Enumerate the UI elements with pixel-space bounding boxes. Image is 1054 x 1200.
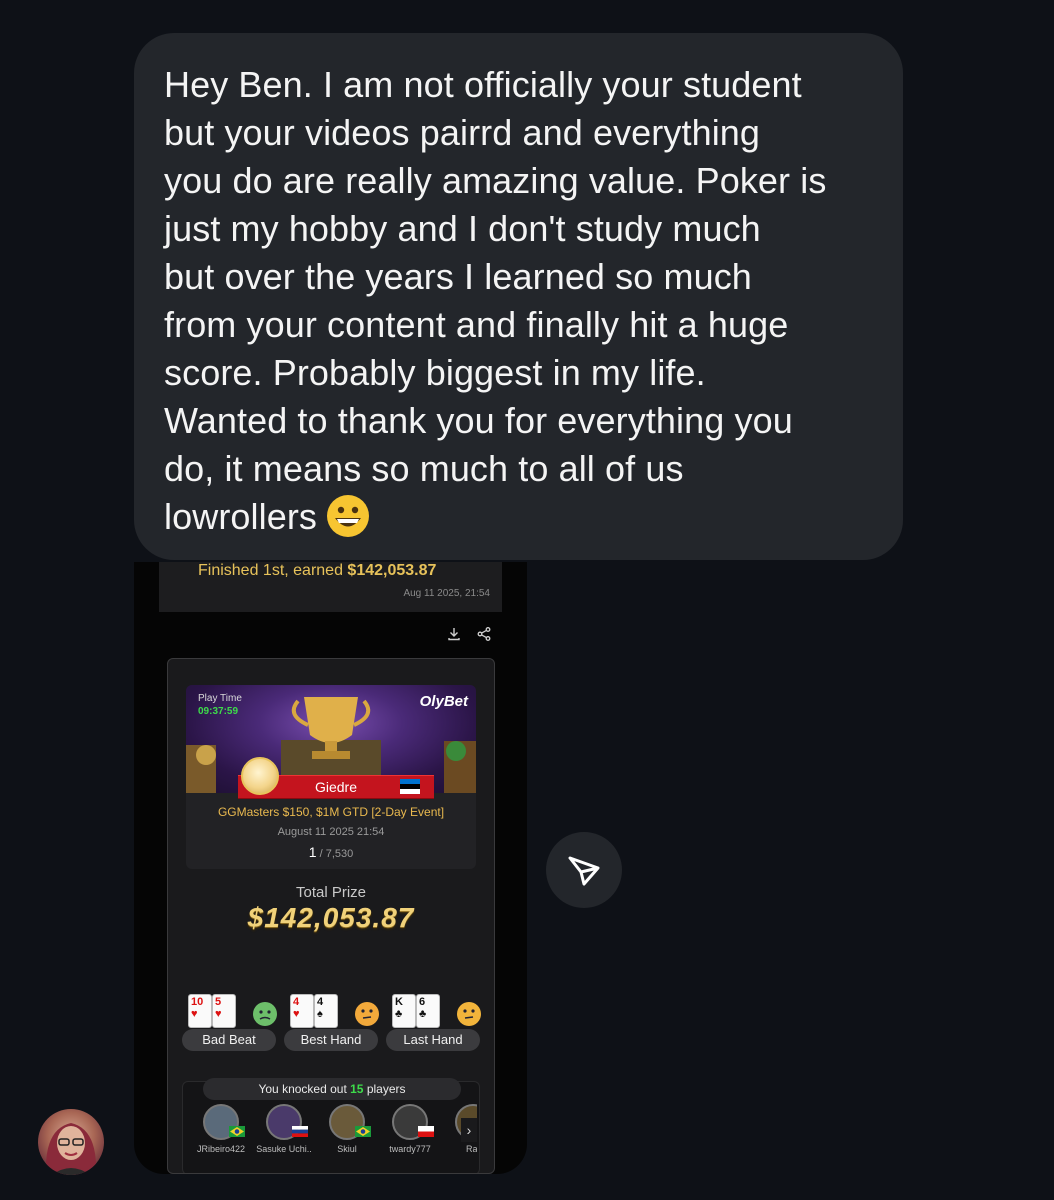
card-rank: 10 [191,996,204,1008]
download-icon[interactable] [446,626,462,642]
hand-cards: K ♣ 6 ♣ [392,994,482,1030]
card-suit: ♣ [395,1008,403,1020]
knockouts-panel: You knocked out 15 players JRibeiro422 S… [182,1078,480,1173]
winner-panel: Play Time 09:37:59 OlyBet Giedre GGMaste… [186,685,476,869]
message-line: but your videos pairrd and everything [164,112,761,153]
hand-highlights: 10 ♥ 5 ♥ Bad Beat 4 ♥ 4 ♠ Best Hand K ♣ 6 ♣ [182,994,482,1054]
card-rank: 4 [317,996,324,1008]
card-suit: ♥ [191,1008,198,1020]
play-time-value: 09:37:59 [198,706,239,717]
card-rank: K [395,996,403,1008]
knockout-suffix: players [363,1082,406,1096]
event-date: August 11 2025 21:54 [277,826,385,838]
finished-text: Finished 1st, earned $142,053.87 [198,562,436,580]
best-hand[interactable]: 4 ♥ 4 ♠ Best Hand [284,994,380,1054]
player-name: Skiul [337,1144,357,1154]
poland-flag-icon [418,1126,434,1137]
finished-date: Aug 11 2025, 21:54 [403,588,490,599]
knockout-count: 15 [350,1082,364,1096]
last-hand[interactable]: K ♣ 6 ♣ Last Hand [386,994,482,1054]
knockout-summary: You knocked out 15 players [203,1078,461,1100]
send-icon [568,856,600,886]
grinning-face-emoji [327,495,370,537]
place-value: 1 [308,844,317,860]
message-bubble[interactable]: Hey Ben. I am not officially your studen… [134,33,903,560]
profile-photo [45,1123,97,1175]
slovenia-flag-icon [292,1126,308,1137]
playing-card: 10 ♥ [188,994,212,1028]
knocked-player[interactable]: twardy777 [378,1104,440,1164]
knocked-player[interactable]: Skiul [315,1104,377,1164]
brazil-flag-icon [355,1126,371,1137]
bad-beat-button[interactable]: Bad Beat [182,1029,276,1051]
result-card: Play Time 09:37:59 OlyBet Giedre GGMaste… [167,658,495,1174]
finish-place: 1 / 7,530 [186,844,476,860]
knocked-player[interactable]: JRibeiro422 [189,1104,251,1164]
message-line: Wanted to thank you for everything you [164,400,793,441]
card-rank: 5 [215,996,222,1008]
send-button[interactable] [546,832,622,908]
message-line: do, it means so much to all of us [164,448,684,489]
card-suit: ♣ [419,1008,427,1020]
knockout-prefix: You knocked out [258,1082,351,1096]
knocked-players-list[interactable]: JRibeiro422 Sasuke Uchi.. Skiul twardy77… [189,1104,479,1164]
last-hand-button[interactable]: Last Hand [386,1029,480,1051]
message-text: Hey Ben. I am not officially your studen… [164,61,873,541]
finished-amount: $142,053.87 [347,562,437,579]
message-line: just my hobby and I don't study much [164,208,761,249]
message-line: score. Probably biggest in my life. [164,352,706,393]
card-suit: ♥ [215,1008,222,1020]
place-total: / 7,530 [316,848,354,860]
player-name: twardy777 [389,1144,431,1154]
player-name: Rat [465,1144,477,1154]
estonia-flag-icon [400,779,420,794]
thinking-face-emoji [355,1002,379,1026]
bad-beat-hand[interactable]: 10 ♥ 5 ♥ Bad Beat [182,994,278,1054]
hand-cards: 10 ♥ 5 ♥ [188,994,278,1030]
message-line: Hey Ben. I am not officially your studen… [164,64,802,105]
hand-cards: 4 ♥ 4 ♠ [290,994,380,1030]
event-name: GGMasters $150, $1M GTD [2-Day Event] [217,805,445,819]
card-rank: 4 [293,996,300,1008]
notification-bar: Finished 1st, earned $142,053.87 Aug 11 … [159,562,502,612]
share-icon[interactable] [476,626,492,642]
play-time-label: Play Time [198,693,242,704]
card-toolbar [446,626,492,642]
playing-card: 4 ♥ [290,994,314,1028]
total-prize-value: $142,053.87 [247,902,415,933]
card-suit: ♥ [293,1008,300,1020]
brazil-flag-icon [229,1126,245,1137]
sick-face-emoji [253,1002,277,1026]
message-line: but over the years I learned so much [164,256,752,297]
message-line-last: lowrollers [164,493,873,541]
thinking-face-emoji [457,1002,481,1026]
message-line: you do are really amazing value. Poker i… [164,160,827,201]
playing-card: 5 ♥ [212,994,236,1028]
finished-prefix: Finished 1st, earned [198,562,348,579]
chevron-right-icon[interactable]: › [461,1118,477,1142]
playing-card: 6 ♣ [416,994,440,1028]
message-line: from your content and finally hit a huge [164,304,789,345]
brand-logo: OlyBet [419,693,468,710]
playing-card: K ♣ [392,994,416,1028]
total-prize-label: Total Prize [295,884,367,901]
sender-avatar[interactable] [38,1109,104,1175]
player-name: Sasuke Uchi.. [256,1144,312,1154]
player-name: JRibeiro422 [196,1144,246,1154]
message-line-text: lowrollers [164,496,318,537]
attached-screenshot[interactable]: Finished 1st, earned $142,053.87 Aug 11 … [134,562,527,1174]
knocked-player[interactable]: Sasuke Uchi.. [252,1104,314,1164]
card-rank: 6 [419,996,426,1008]
card-suit: ♠ [317,1008,323,1020]
playing-card: 4 ♠ [314,994,338,1028]
player-avatar [241,757,279,795]
best-hand-button[interactable]: Best Hand [284,1029,378,1051]
